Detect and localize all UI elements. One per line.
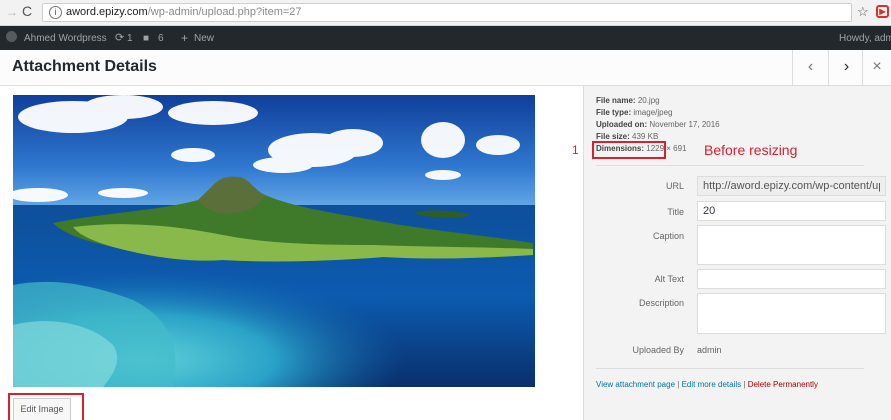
info-icon[interactable]: i [49,6,62,19]
sidebar-divider [596,165,864,166]
uploaded-by-label: Uploaded By [632,345,684,355]
file-name-value: 20.jpg [637,96,660,105]
previous-button[interactable]: ‹ [792,50,828,85]
uploaded-by-value: admin [697,345,722,355]
delete-permanently-link[interactable]: Delete Permanently [748,380,818,389]
file-size-label: File size: [596,132,630,141]
file-size-row: File size: 439 KB [596,132,658,141]
comments-count[interactable]: 6 [158,33,164,44]
edit-more-details-link[interactable]: Edit more details [682,380,742,389]
file-type-row: File type: image/jpeg [596,108,673,117]
annotation-text: Before resizing [704,142,798,158]
howdy-user[interactable]: Howdy, admi [839,33,891,44]
url-path: /wp-admin/upload.php?item=27 [147,6,302,18]
annotation-number: 1 [572,143,579,157]
close-icon: × [872,58,882,75]
uploaded-on-label: Uploaded on: [596,120,648,129]
file-name-label: File name: [596,96,636,105]
file-type-label: File type: [596,108,632,117]
alt-text-field[interactable] [697,269,886,289]
page-title: Attachment Details [12,58,157,75]
url-field[interactable] [697,176,886,196]
file-size-value: 439 KB [632,132,659,141]
plus-icon[interactable]: + [181,31,188,45]
extension-icon[interactable]: ▶ [876,5,889,18]
address-bar[interactable]: i aword.epizy.com/wp-admin/upload.php?it… [42,3,852,22]
file-name-row: File name: 20.jpg [596,96,660,105]
attachment-preview-image [13,95,535,387]
url-text[interactable]: aword.epizy.com/wp-admin/upload.php?item… [66,6,302,18]
attachment-actions: View attachment page | Edit more details… [596,380,818,389]
updates-count[interactable]: 1 [127,33,133,44]
url-host: aword.epizy.com [66,6,148,18]
close-button[interactable]: × [862,50,891,85]
file-type-value: image/jpeg [633,108,673,117]
updates-icon[interactable]: ⟳ [115,31,124,44]
caption-field[interactable] [697,225,886,265]
edit-image-button[interactable]: Edit Image [13,398,71,420]
view-attachment-page-link[interactable]: View attachment page [596,380,675,389]
chevron-right-icon: › [843,58,850,75]
title-field[interactable] [697,201,886,221]
description-field[interactable] [697,293,886,334]
next-button[interactable]: › [828,50,864,85]
url-label: URL [665,181,684,191]
wordpress-logo-icon[interactable] [6,31,17,42]
caption-label: Caption [652,231,684,241]
chevron-left-icon: ‹ [807,58,814,75]
comments-icon[interactable]: ■ [143,33,149,44]
separator: | [677,380,680,389]
description-label: Description [638,298,684,308]
wp-admin-bar: Ahmed Wordpress ⟳ 1 ■ 6 + New Howdy, adm… [0,26,891,50]
back-arrow-icon[interactable]: → [6,5,18,19]
reload-icon[interactable]: C [22,3,32,19]
uploaded-on-value: November 17, 2016 [649,120,720,129]
uploaded-on-row: Uploaded on: November 17, 2016 [596,120,720,129]
dimensions-highlight [592,141,666,159]
actions-divider [596,368,864,369]
title-label: Title [667,207,684,217]
bookmark-star-icon[interactable]: ☆ [857,4,869,20]
alt-text-label: Alt Text [654,274,684,284]
separator: | [743,380,746,389]
new-link[interactable]: New [194,33,214,44]
browser-toolbar: → C i aword.epizy.com/wp-admin/upload.ph… [0,0,891,26]
modal-header: Attachment Details ‹ › × [0,50,891,86]
site-name-link[interactable]: Ahmed Wordpress [24,33,107,44]
